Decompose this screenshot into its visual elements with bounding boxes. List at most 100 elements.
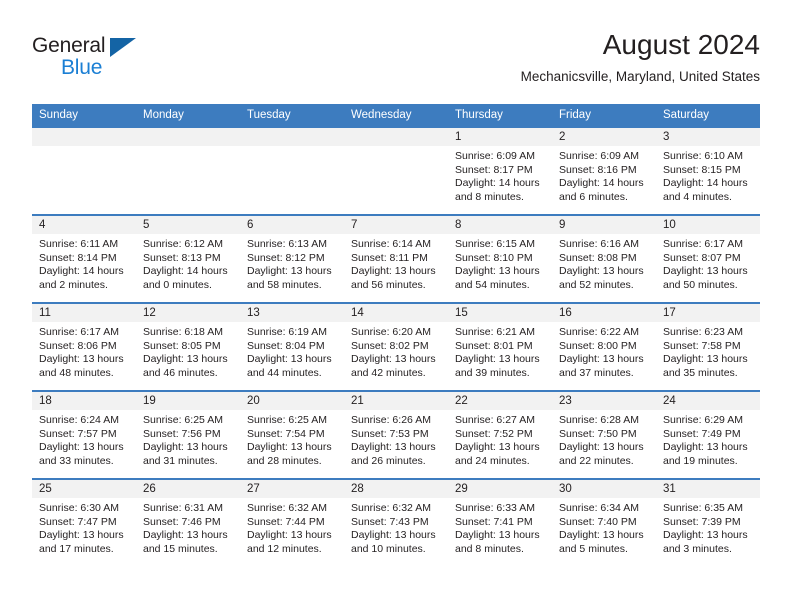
page-header: General Blue August 2024 Mechanicsville,… <box>32 28 760 96</box>
day-cell[interactable]: 18 Sunrise: 6:24 AM Sunset: 7:57 PM Dayl… <box>32 392 136 478</box>
day-cell[interactable]: 4 Sunrise: 6:11 AM Sunset: 8:14 PM Dayli… <box>32 216 136 302</box>
day-cell[interactable]: 13 Sunrise: 6:19 AM Sunset: 8:04 PM Dayl… <box>240 304 344 390</box>
sunrise-text: Sunrise: 6:27 AM <box>455 414 535 426</box>
day-cell[interactable]: 28 Sunrise: 6:32 AM Sunset: 7:43 PM Dayl… <box>344 480 448 566</box>
day-cell[interactable]: 11 Sunrise: 6:17 AM Sunset: 8:06 PM Dayl… <box>32 304 136 390</box>
weekday-header-wednesday: Wednesday <box>351 109 412 121</box>
sunrise-text: Sunrise: 6:23 AM <box>663 326 743 338</box>
day-details: Sunrise: 6:35 AM Sunset: 7:39 PM Dayligh… <box>656 498 760 556</box>
day-details: Sunrise: 6:26 AM Sunset: 7:53 PM Dayligh… <box>344 410 448 468</box>
day-cell[interactable]: 26 Sunrise: 6:31 AM Sunset: 7:46 PM Dayl… <box>136 480 240 566</box>
logo-text-blue: Blue <box>61 56 103 79</box>
day-cell <box>32 128 136 214</box>
daylight-text: Daylight: 13 hours and 26 minutes. <box>351 441 436 467</box>
day-cell[interactable]: 29 Sunrise: 6:33 AM Sunset: 7:41 PM Dayl… <box>448 480 552 566</box>
weekday-header-monday: Monday <box>143 109 184 121</box>
daylight-text: Daylight: 13 hours and 5 minutes. <box>559 529 644 555</box>
sunset-text: Sunset: 8:17 PM <box>455 163 533 176</box>
day-details: Sunrise: 6:18 AM Sunset: 8:05 PM Dayligh… <box>136 322 240 380</box>
day-cell[interactable]: 7 Sunrise: 6:14 AM Sunset: 8:11 PM Dayli… <box>344 216 448 302</box>
day-cell[interactable]: 20 Sunrise: 6:25 AM Sunset: 7:54 PM Dayl… <box>240 392 344 478</box>
sunset-text: Sunset: 8:16 PM <box>559 163 637 176</box>
day-number: 25 <box>32 480 136 498</box>
day-cell[interactable]: 8 Sunrise: 6:15 AM Sunset: 8:10 PM Dayli… <box>448 216 552 302</box>
day-cell <box>136 128 240 214</box>
daylight-text: Daylight: 13 hours and 28 minutes. <box>247 441 332 467</box>
day-cell[interactable]: 24 Sunrise: 6:29 AM Sunset: 7:49 PM Dayl… <box>656 392 760 478</box>
sunset-text: Sunset: 8:10 PM <box>455 251 533 264</box>
sunrise-text: Sunrise: 6:15 AM <box>455 238 535 250</box>
sunset-text: Sunset: 8:12 PM <box>247 251 325 264</box>
weekday-header-friday: Friday <box>559 109 591 121</box>
sunset-text: Sunset: 8:15 PM <box>663 163 741 176</box>
sunrise-text: Sunrise: 6:19 AM <box>247 326 327 338</box>
daylight-text: Daylight: 13 hours and 31 minutes. <box>143 441 228 467</box>
sunrise-text: Sunrise: 6:28 AM <box>559 414 639 426</box>
sunrise-text: Sunrise: 6:34 AM <box>559 502 639 514</box>
day-cell[interactable]: 3 Sunrise: 6:10 AM Sunset: 8:15 PM Dayli… <box>656 128 760 214</box>
daylight-text: Daylight: 13 hours and 42 minutes. <box>351 353 436 379</box>
day-cell[interactable]: 23 Sunrise: 6:28 AM Sunset: 7:50 PM Dayl… <box>552 392 656 478</box>
day-cell[interactable]: 15 Sunrise: 6:21 AM Sunset: 8:01 PM Dayl… <box>448 304 552 390</box>
day-cell[interactable]: 19 Sunrise: 6:25 AM Sunset: 7:56 PM Dayl… <box>136 392 240 478</box>
day-cell[interactable]: 9 Sunrise: 6:16 AM Sunset: 8:08 PM Dayli… <box>552 216 656 302</box>
daylight-text: Daylight: 13 hours and 22 minutes. <box>559 441 644 467</box>
daylight-text: Daylight: 13 hours and 8 minutes. <box>455 529 540 555</box>
title-block: August 2024 Mechanicsville, Maryland, Un… <box>521 28 760 85</box>
day-details: Sunrise: 6:33 AM Sunset: 7:41 PM Dayligh… <box>448 498 552 556</box>
sunrise-text: Sunrise: 6:11 AM <box>39 238 119 250</box>
day-cell[interactable]: 1 Sunrise: 6:09 AM Sunset: 8:17 PM Dayli… <box>448 128 552 214</box>
day-number: 13 <box>240 304 344 322</box>
sunrise-text: Sunrise: 6:21 AM <box>455 326 535 338</box>
sunrise-text: Sunrise: 6:25 AM <box>247 414 327 426</box>
daylight-text: Daylight: 13 hours and 33 minutes. <box>39 441 124 467</box>
day-cell[interactable]: 12 Sunrise: 6:18 AM Sunset: 8:05 PM Dayl… <box>136 304 240 390</box>
day-cell[interactable]: 25 Sunrise: 6:30 AM Sunset: 7:47 PM Dayl… <box>32 480 136 566</box>
sunrise-text: Sunrise: 6:29 AM <box>663 414 743 426</box>
day-details: Sunrise: 6:23 AM Sunset: 7:58 PM Dayligh… <box>656 322 760 380</box>
day-cell[interactable]: 31 Sunrise: 6:35 AM Sunset: 7:39 PM Dayl… <box>656 480 760 566</box>
sunset-text: Sunset: 7:40 PM <box>559 515 637 528</box>
calendar-page: General Blue August 2024 Mechanicsville,… <box>0 0 792 612</box>
day-details: Sunrise: 6:24 AM Sunset: 7:57 PM Dayligh… <box>32 410 136 468</box>
day-cell[interactable]: 5 Sunrise: 6:12 AM Sunset: 8:13 PM Dayli… <box>136 216 240 302</box>
week-row: 25 Sunrise: 6:30 AM Sunset: 7:47 PM Dayl… <box>32 478 760 566</box>
sunrise-text: Sunrise: 6:13 AM <box>247 238 327 250</box>
day-cell[interactable]: 27 Sunrise: 6:32 AM Sunset: 7:44 PM Dayl… <box>240 480 344 566</box>
day-number: 23 <box>552 392 656 410</box>
sunrise-text: Sunrise: 6:32 AM <box>247 502 327 514</box>
daylight-text: Daylight: 13 hours and 44 minutes. <box>247 353 332 379</box>
day-number: 1 <box>448 128 552 146</box>
day-details: Sunrise: 6:16 AM Sunset: 8:08 PM Dayligh… <box>552 234 656 292</box>
day-number: 24 <box>656 392 760 410</box>
sunset-text: Sunset: 8:01 PM <box>455 339 533 352</box>
general-blue-logo[interactable]: General Blue <box>32 34 152 84</box>
day-cell[interactable]: 10 Sunrise: 6:17 AM Sunset: 8:07 PM Dayl… <box>656 216 760 302</box>
day-number: 19 <box>136 392 240 410</box>
sunset-text: Sunset: 8:08 PM <box>559 251 637 264</box>
sunset-text: Sunset: 8:00 PM <box>559 339 637 352</box>
sunrise-text: Sunrise: 6:09 AM <box>455 150 535 162</box>
day-cell[interactable]: 22 Sunrise: 6:27 AM Sunset: 7:52 PM Dayl… <box>448 392 552 478</box>
day-number: 11 <box>32 304 136 322</box>
daylight-text: Daylight: 14 hours and 0 minutes. <box>143 265 228 291</box>
day-cell[interactable]: 30 Sunrise: 6:34 AM Sunset: 7:40 PM Dayl… <box>552 480 656 566</box>
sunset-text: Sunset: 7:56 PM <box>143 427 221 440</box>
day-number: 21 <box>344 392 448 410</box>
day-cell[interactable]: 14 Sunrise: 6:20 AM Sunset: 8:02 PM Dayl… <box>344 304 448 390</box>
page-subtitle: Mechanicsville, Maryland, United States <box>520 69 760 84</box>
sunset-text: Sunset: 7:58 PM <box>663 339 741 352</box>
daylight-text: Daylight: 13 hours and 56 minutes. <box>351 265 436 291</box>
day-details: Sunrise: 6:29 AM Sunset: 7:49 PM Dayligh… <box>656 410 760 468</box>
day-number: 15 <box>448 304 552 322</box>
sunrise-text: Sunrise: 6:14 AM <box>351 238 431 250</box>
day-cell[interactable]: 2 Sunrise: 6:09 AM Sunset: 8:16 PM Dayli… <box>552 128 656 214</box>
day-cell[interactable]: 17 Sunrise: 6:23 AM Sunset: 7:58 PM Dayl… <box>656 304 760 390</box>
daylight-text: Daylight: 14 hours and 2 minutes. <box>39 265 124 291</box>
sunrise-text: Sunrise: 6:33 AM <box>455 502 535 514</box>
sunrise-text: Sunrise: 6:17 AM <box>663 238 743 250</box>
day-cell[interactable]: 6 Sunrise: 6:13 AM Sunset: 8:12 PM Dayli… <box>240 216 344 302</box>
day-cell[interactable]: 21 Sunrise: 6:26 AM Sunset: 7:53 PM Dayl… <box>344 392 448 478</box>
day-cell[interactable]: 16 Sunrise: 6:22 AM Sunset: 8:00 PM Dayl… <box>552 304 656 390</box>
sunrise-text: Sunrise: 6:30 AM <box>39 502 119 514</box>
